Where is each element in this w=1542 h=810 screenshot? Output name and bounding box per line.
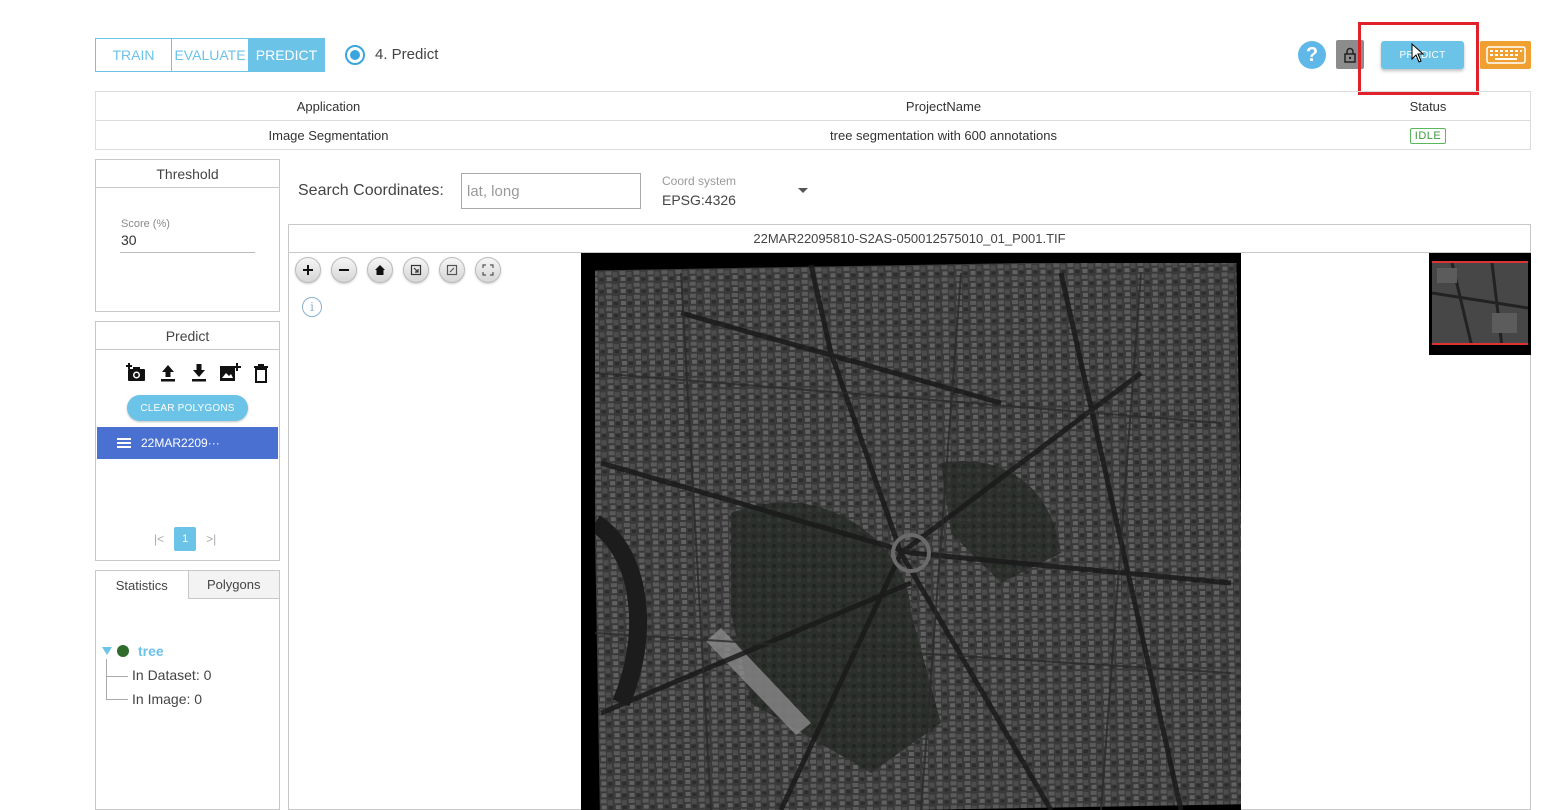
pagination: |< 1 >| [154,527,216,551]
step-label: 4. Predict [375,46,439,63]
coord-system-label: Coord system [662,174,737,188]
score-label: Score (%) [121,218,170,230]
list-icon [117,438,131,448]
last-page-icon[interactable]: >| [206,532,216,546]
home-icon[interactable] [367,257,393,283]
tab-evaluate[interactable]: EVALUATE [172,39,249,71]
search-coordinates-input[interactable] [461,173,641,209]
header-application: Application [296,98,361,114]
project-info-table: Application ProjectName Status Image Seg… [95,91,1531,150]
predict-panel-title: Predict [96,322,279,350]
predict-toolbar [126,362,272,384]
thumbnail-viewport [1432,261,1528,345]
help-icon[interactable]: ? [1298,41,1326,69]
class-name[interactable]: tree [138,643,164,659]
tree-connector [106,676,128,677]
tab-predict[interactable]: PREDICT [249,39,324,71]
chevron-down-icon[interactable] [798,188,808,193]
add-image-icon[interactable] [219,362,241,384]
upload-icon[interactable] [157,362,179,384]
fit-icon[interactable] [439,257,465,283]
cell-application: Image Segmentation [268,128,389,143]
info-icon[interactable]: i [302,297,322,317]
satellite-image[interactable] [581,253,1241,810]
in-dataset-count: In Dataset: 0 [132,667,212,683]
header-project-name: ProjectName [905,98,982,114]
page-number[interactable]: 1 [174,527,197,551]
header-status: Status [1409,98,1447,114]
tab-statistics[interactable]: Statistics [96,571,188,599]
download-icon[interactable] [188,362,210,384]
image-viewer: 22MAR22095810-S2AS-050012575010_01_P001.… [288,224,1531,810]
tab-train[interactable]: TRAIN [96,39,172,71]
list-item[interactable]: 22MAR2209··· [97,427,278,459]
cell-project-name: tree segmentation with 600 annotations [830,128,1057,143]
rotate-icon[interactable] [403,257,429,283]
keyboard-icon[interactable] [1480,41,1531,69]
tab-polygons[interactable]: Polygons [187,571,279,599]
threshold-panel: Threshold Score (%) 30 [95,159,280,312]
delete-icon[interactable] [250,362,272,384]
predict-panel: Predict CLEAR POLYGONS 22MAR2209··· |< 1… [95,321,280,561]
add-photo-icon[interactable] [126,362,148,384]
step-radio[interactable] [345,45,365,65]
class-color-dot [117,645,129,657]
status-badge: IDLE [1409,128,1447,144]
clear-polygons-button[interactable]: CLEAR POLYGONS [127,395,248,421]
tree-connector [106,699,128,700]
expand-caret-icon[interactable] [102,647,112,655]
coord-system-select[interactable]: EPSG:4326 [662,192,736,208]
zoom-in-icon[interactable] [295,257,321,283]
table-header-row: Application ProjectName Status [96,92,1530,121]
search-coordinates-label: Search Coordinates: [298,182,444,199]
tree-connector [106,659,107,699]
score-input[interactable]: 30 [121,232,137,248]
table-row: Image Segmentation tree segmentation wit… [96,121,1530,150]
mode-tabs: TRAIN EVALUATE PREDICT [95,38,325,72]
overview-thumbnail[interactable] [1429,253,1531,355]
statistics-panel: Statistics Polygons tree In Dataset: 0 I… [95,570,280,810]
file-item-label: 22MAR2209··· [141,436,220,450]
zoom-out-icon[interactable] [331,257,357,283]
first-page-icon[interactable]: |< [154,532,164,546]
score-underline [120,252,255,253]
threshold-title: Threshold [96,160,279,188]
viewer-toolbar [295,257,501,283]
statistics-tabs: Statistics Polygons [96,571,279,599]
cell-status: IDLE [1326,127,1530,144]
mouse-cursor-icon [1411,42,1425,68]
in-image-count: In Image: 0 [132,691,203,707]
image-filename: 22MAR22095810-S2AS-050012575010_01_P001.… [289,225,1530,253]
fullscreen-icon[interactable] [475,257,501,283]
